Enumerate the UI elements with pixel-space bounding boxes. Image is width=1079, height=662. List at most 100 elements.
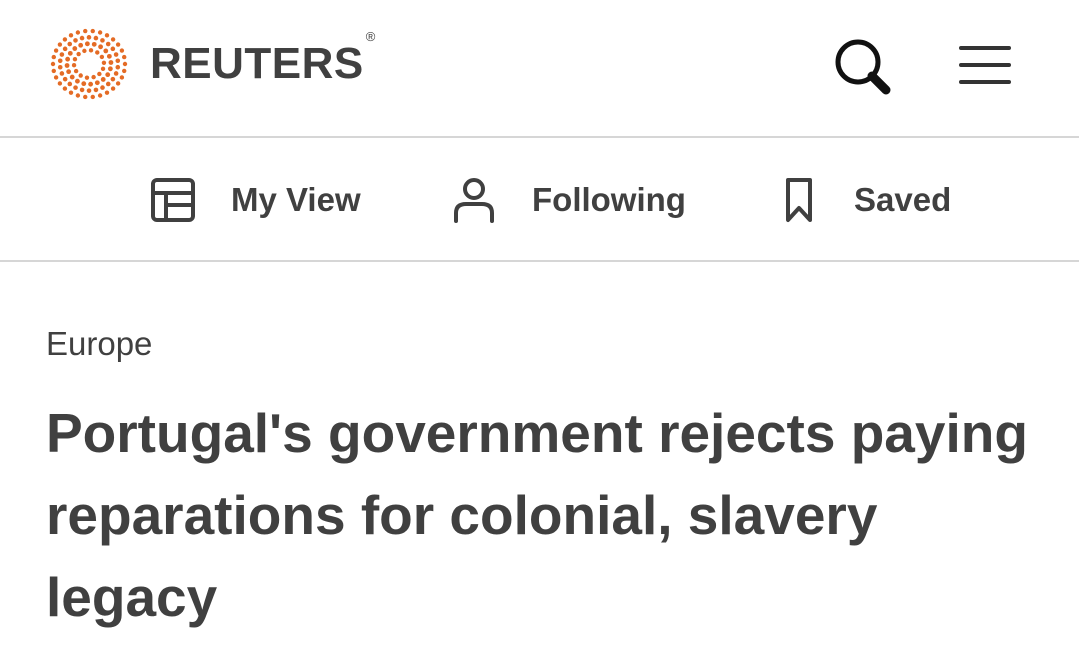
logo-dot bbox=[115, 42, 121, 47]
logo-dot bbox=[67, 50, 73, 56]
menu-button[interactable] bbox=[954, 40, 1014, 90]
logo-dot bbox=[105, 81, 111, 87]
logo-dot bbox=[106, 53, 112, 59]
logo-dot bbox=[100, 77, 106, 82]
logo-dot bbox=[95, 50, 100, 55]
logo-dot bbox=[57, 81, 63, 86]
logo-dot bbox=[91, 41, 97, 47]
nav-my-view-label: My View bbox=[231, 181, 361, 218]
logo-dot bbox=[76, 51, 81, 57]
logo-dot bbox=[84, 75, 90, 80]
logo-dot bbox=[105, 41, 111, 47]
logo-dot bbox=[62, 76, 68, 82]
logo-dot bbox=[68, 33, 74, 38]
logo-dot bbox=[50, 61, 56, 67]
logo-dot bbox=[97, 93, 103, 98]
logo-dot bbox=[57, 42, 63, 47]
search-button[interactable] bbox=[832, 36, 892, 96]
section-link[interactable]: Europe bbox=[46, 322, 152, 366]
reuters-logo[interactable]: REUTERS® bbox=[46, 25, 376, 103]
person-icon bbox=[454, 178, 494, 223]
logo-dot bbox=[86, 35, 92, 40]
logo-dot bbox=[104, 90, 110, 95]
reuters-logo-icon bbox=[50, 28, 128, 100]
logo-dot bbox=[53, 48, 59, 53]
logo-dot bbox=[64, 63, 70, 68]
logo-dot bbox=[69, 74, 75, 80]
logo-dot bbox=[71, 63, 77, 68]
logo-dot bbox=[101, 60, 107, 65]
logo-dot bbox=[51, 68, 56, 74]
logo-dot bbox=[79, 35, 85, 41]
logo-dot bbox=[65, 56, 71, 62]
logo-dot bbox=[115, 58, 121, 64]
logo-dot bbox=[110, 37, 116, 42]
logo-dot bbox=[75, 93, 81, 98]
logo-dot bbox=[62, 37, 68, 42]
logo-dot bbox=[110, 86, 116, 91]
logo-dot bbox=[67, 81, 73, 87]
logo-dot bbox=[108, 60, 114, 65]
logo-dot bbox=[84, 41, 90, 47]
logo-dot bbox=[73, 38, 78, 43]
logo-dot bbox=[115, 81, 121, 86]
logo-dot bbox=[93, 87, 99, 93]
logo-dot bbox=[66, 69, 72, 75]
logo-dot bbox=[122, 61, 128, 67]
logo-dot bbox=[113, 71, 119, 76]
logo-dot bbox=[93, 35, 99, 41]
logo-dot bbox=[53, 75, 59, 80]
logo-dot bbox=[100, 85, 105, 90]
brand-wordmark: REUTERS® bbox=[150, 30, 376, 88]
account-nav: My View Following Saved bbox=[0, 138, 1079, 262]
logo-dot bbox=[68, 90, 74, 95]
nav-following-label: Following bbox=[532, 181, 686, 218]
logo-dot bbox=[79, 87, 85, 93]
logo-dot bbox=[113, 52, 119, 57]
logo-dot bbox=[86, 88, 92, 93]
logo-dot bbox=[104, 33, 110, 38]
logo-dot bbox=[98, 44, 103, 50]
logo-dot bbox=[62, 86, 68, 91]
search-icon bbox=[835, 39, 891, 95]
site-header: REUTERS® bbox=[0, 0, 1079, 138]
logo-dot bbox=[75, 78, 80, 84]
logo-dot bbox=[72, 46, 78, 51]
nav-saved-label: Saved bbox=[854, 181, 952, 218]
logo-dot bbox=[97, 71, 102, 77]
logo-dot bbox=[73, 68, 79, 74]
logo-dot bbox=[90, 94, 95, 100]
logo-dot bbox=[73, 85, 78, 90]
logo-dot bbox=[94, 80, 100, 86]
logo-dot bbox=[59, 71, 65, 76]
registered-mark: ® bbox=[365, 29, 376, 44]
logo-dot bbox=[67, 41, 73, 47]
nav-my-view[interactable]: My View bbox=[150, 174, 361, 226]
logo-dot bbox=[59, 52, 65, 57]
nav-saved[interactable]: Saved bbox=[784, 174, 951, 226]
logo-dot bbox=[90, 28, 95, 34]
logo-dot bbox=[78, 42, 84, 48]
logo-dot bbox=[99, 54, 105, 60]
logo-dot bbox=[119, 48, 125, 53]
logo-dot bbox=[83, 94, 88, 100]
brand-name: REUTERS bbox=[150, 39, 364, 88]
logo-dot bbox=[97, 30, 103, 35]
logo-dot bbox=[103, 48, 109, 54]
logo-dot bbox=[105, 72, 111, 78]
logo-dot bbox=[100, 38, 105, 43]
hamburger-menu-icon bbox=[959, 46, 1011, 84]
logo-dot bbox=[115, 64, 121, 70]
logo-dot bbox=[100, 66, 106, 72]
logo-dot bbox=[88, 81, 94, 87]
logo-dot bbox=[107, 66, 113, 72]
logo-dot bbox=[110, 46, 116, 52]
nav-following[interactable]: Following bbox=[452, 174, 686, 226]
logo-dot bbox=[88, 48, 94, 53]
logo-dot bbox=[62, 46, 68, 52]
logo-dot bbox=[110, 76, 116, 82]
logo-dot bbox=[75, 30, 81, 35]
logo-dot bbox=[119, 75, 125, 80]
logo-dot bbox=[122, 54, 127, 60]
logo-dot bbox=[82, 48, 87, 54]
